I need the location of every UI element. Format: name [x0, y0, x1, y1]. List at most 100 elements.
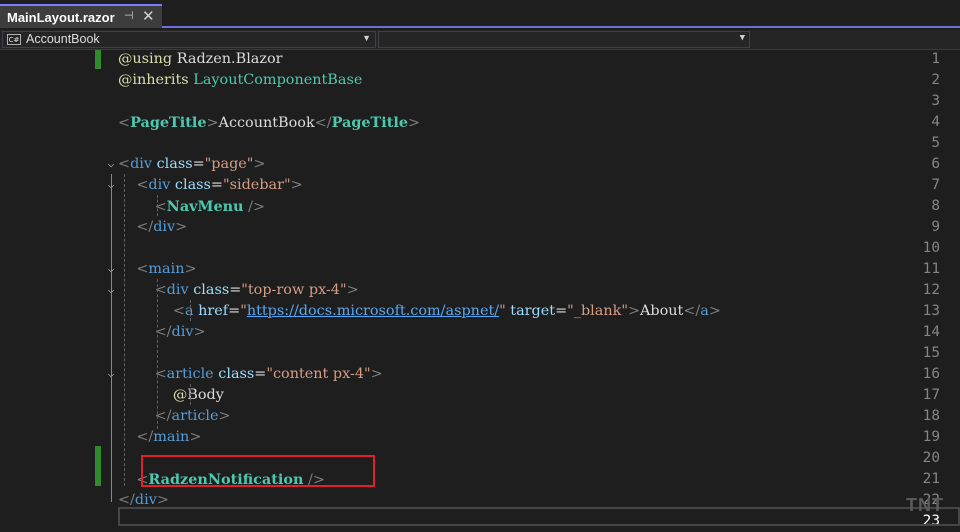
code-token: " [499, 303, 506, 319]
code-token: a [700, 303, 709, 319]
code-token: </ [314, 115, 332, 131]
code-token: @inherits [118, 72, 189, 88]
code-token: LayoutComponentBase [193, 72, 363, 88]
code-token: </ [136, 429, 154, 445]
code-token: About [640, 303, 684, 319]
code-token: @using [118, 51, 173, 67]
code-token: > [408, 115, 421, 131]
indent-guide [124, 174, 125, 486]
code-line[interactable]: @using Radzen.Blazor [118, 49, 283, 70]
line-number: 21 [922, 471, 940, 487]
code-token: < [172, 303, 185, 319]
code-token: > [370, 366, 383, 382]
code-token: href [198, 303, 229, 319]
code-token: class [218, 366, 255, 382]
fold-toggle-icon[interactable]: ⌵ [104, 153, 118, 174]
code-line[interactable]: </div> [118, 322, 206, 343]
code-line[interactable]: <div class="sidebar"> [118, 175, 302, 196]
code-token: > [156, 492, 169, 508]
code-token: "top-row px-4" [241, 282, 347, 298]
code-line[interactable]: <main> [118, 259, 197, 280]
line-number: 19 [922, 429, 940, 445]
code-line[interactable]: < a href = "https://docs.microsoft.com/aspn… [118, 301, 721, 322]
code-token: article [171, 408, 219, 424]
code-token: = [254, 366, 267, 382]
line-number: 14 [922, 324, 940, 340]
code-token: </ [683, 303, 701, 319]
code-line[interactable]: </div> [118, 217, 187, 238]
code-line[interactable]: @inherits LayoutComponentBase [118, 70, 362, 91]
code-line[interactable]: <div class="page"> [118, 154, 266, 175]
annotation-red-box [141, 455, 375, 487]
close-icon[interactable]: ✕ [142, 7, 155, 25]
code-token: > [175, 219, 188, 235]
code-line[interactable]: <div class="top-row px-4"> [118, 280, 359, 301]
code-line[interactable]: </main> [118, 427, 201, 448]
code-token: class [156, 156, 193, 172]
fold-region-line [111, 174, 112, 502]
navigation-bar: C# AccountBook ▼ ▼ [0, 30, 960, 50]
code-token: > [708, 303, 721, 319]
code-token: PageTitle [130, 114, 207, 131]
code-line[interactable]: <NavMenu /> [118, 196, 265, 218]
line-number: 6 [931, 156, 940, 172]
change-marker [95, 50, 101, 69]
indent-guide [157, 279, 158, 429]
code-token: "content px-4" [266, 366, 371, 382]
code-token: > [184, 261, 197, 277]
line-number: 17 [922, 387, 940, 403]
indent-guide [190, 300, 191, 321]
code-token: Radzen.Blazor [172, 51, 283, 67]
indent-guide [157, 195, 158, 216]
code-line[interactable]: </article> [118, 406, 231, 427]
current-line-highlight [118, 507, 960, 526]
code-token: "_blank" [567, 303, 628, 319]
code-token: div [171, 324, 194, 340]
code-token: > [627, 303, 641, 319]
tab-title: MainLayout.razor [7, 10, 115, 25]
line-number: 20 [922, 450, 940, 466]
code-token: < [118, 156, 131, 172]
code-token: div [148, 177, 171, 193]
chevron-down-icon: ▼ [362, 33, 371, 43]
pin-icon[interactable]: ⊣ [124, 9, 134, 22]
project-dropdown[interactable]: C# AccountBook ▼ [2, 31, 376, 48]
line-number: 1 [931, 51, 940, 67]
csharp-project-icon: C# [7, 34, 21, 45]
line-number: 8 [931, 198, 940, 214]
code-token: div [153, 219, 176, 235]
code-line[interactable]: @Body [118, 385, 224, 406]
line-number: 15 [922, 345, 940, 361]
line-number: 3 [931, 93, 940, 109]
code-token: = [555, 303, 568, 319]
code-token: > [218, 408, 231, 424]
code-line[interactable]: <PageTitle>AccountBook</PageTitle> [118, 112, 420, 134]
member-dropdown[interactable]: ▼ [378, 31, 750, 48]
code-token: "sidebar" [222, 177, 291, 193]
code-token: class [174, 177, 211, 193]
code-token: < [118, 115, 131, 131]
code-token: "page" [204, 156, 254, 172]
code-token: div [130, 156, 153, 172]
line-number: 7 [931, 177, 940, 193]
code-token: > [346, 282, 359, 298]
code-token[interactable]: https://docs.microsoft.com/aspnet/ [247, 303, 499, 319]
indent-guide [190, 384, 191, 405]
code-token: PageTitle [331, 114, 408, 131]
code-token: target [510, 303, 556, 319]
line-number: 16 [922, 366, 940, 382]
code-token: Body [187, 387, 224, 403]
tab-mainlayout-razor[interactable]: MainLayout.razor ⊣ ✕ [0, 4, 162, 28]
code-token: div [134, 492, 157, 508]
code-token: < [136, 261, 149, 277]
code-editor[interactable]: 1 2 3 4 5 6 7 8 9 10 11 12 13 14 15 16 17 18 19 20 21 22 23 @u… [0, 50, 960, 532]
code-token: class [193, 282, 230, 298]
watermark: TNT [906, 495, 944, 515]
code-token: = [192, 156, 205, 172]
